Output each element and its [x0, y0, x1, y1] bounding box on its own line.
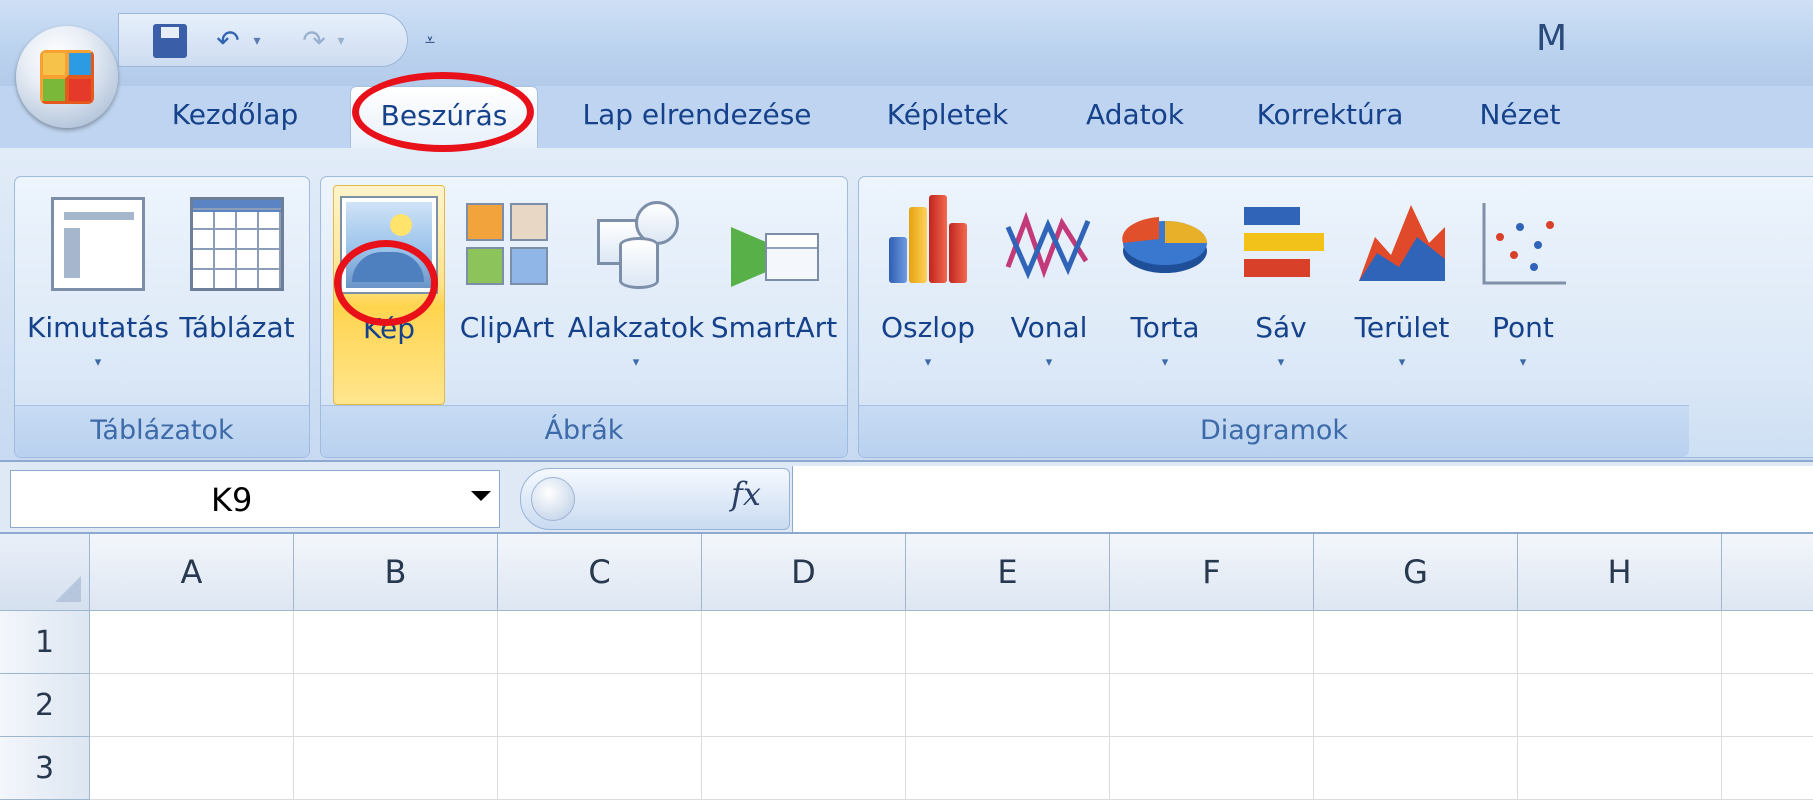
column-header-f[interactable]: F [1110, 534, 1314, 611]
formula-bar: K9 fx [0, 460, 1813, 534]
redo-dropdown-icon[interactable]: ▾ [331, 24, 351, 58]
redo-icon[interactable]: ↷ [297, 24, 331, 58]
kep-button[interactable]: Kép [333, 185, 445, 405]
sav-label: Sáv [1255, 311, 1307, 344]
formula-input[interactable] [792, 466, 1813, 532]
pivot-table-icon [51, 197, 145, 291]
save-icon[interactable] [153, 24, 187, 58]
oszlop-dropdown-icon[interactable]: ▾ [867, 355, 989, 371]
ribbon-tabs: Kezdőlap Beszúrás Lap elrendezése Képlet… [0, 86, 1813, 152]
group-label-diagramok: Diagramok [859, 405, 1689, 457]
line-chart-icon [1002, 197, 1096, 291]
office-button[interactable] [16, 26, 118, 128]
smartart-icon [727, 197, 821, 291]
excel-window: ↶ ▾ ↷ ▾ ⩡ M Kezdőlap Beszúrás Lap elrend… [0, 0, 1813, 802]
kep-label: Kép [363, 312, 415, 345]
row-header-1[interactable]: 1 [0, 611, 90, 674]
ribbon: Kimutatás ▾ Táblázat Táblázatok Kép Clip… [0, 148, 1813, 460]
area-chart-icon [1355, 197, 1449, 291]
group-diagramok: Oszlop ▾ Vonal ▾ Torta ▾ Sáv ▾ Terület ▾… [858, 176, 1813, 458]
formula-expand-icon[interactable] [531, 477, 575, 521]
vonal-dropdown-icon[interactable]: ▾ [993, 355, 1105, 371]
kimutatas-label: Kimutatás [26, 311, 170, 344]
scatter-chart-icon [1476, 197, 1570, 291]
column-header-h[interactable]: H [1518, 534, 1722, 611]
torta-dropdown-icon[interactable]: ▾ [1109, 355, 1221, 371]
tab-kezdolap[interactable]: Kezdőlap [160, 86, 310, 150]
kimutatas-button[interactable]: Kimutatás ▾ [25, 185, 171, 405]
insert-function-button[interactable]: fx [731, 475, 761, 513]
column-header-e[interactable]: E [906, 534, 1110, 611]
tab-adatok[interactable]: Adatok [1070, 86, 1200, 150]
clipart-label: ClipArt [459, 311, 555, 344]
sav-dropdown-icon[interactable]: ▾ [1225, 355, 1337, 371]
name-box[interactable]: K9 [10, 470, 500, 528]
row-header-2[interactable]: 2 [0, 674, 90, 737]
pont-button[interactable]: Pont ▾ [1467, 185, 1579, 405]
column-chart-icon [881, 195, 975, 291]
pont-dropdown-icon[interactable]: ▾ [1467, 355, 1579, 371]
title-bar: ↶ ▾ ↷ ▾ ⩡ M [0, 0, 1813, 86]
sav-button[interactable]: Sáv ▾ [1225, 185, 1337, 405]
picture-icon [342, 198, 436, 292]
column-header-d[interactable]: D [702, 534, 906, 611]
group-abrak: Kép ClipArt Alakzatok ▾ SmartArt Ábrák [320, 176, 848, 458]
terulet-dropdown-icon[interactable]: ▾ [1341, 355, 1463, 371]
alakzatok-button[interactable]: Alakzatok ▾ [567, 185, 705, 405]
column-header-a[interactable]: A [90, 534, 294, 611]
tab-lap-elrendezese[interactable]: Lap elrendezése [572, 86, 822, 150]
office-logo-icon [40, 50, 94, 104]
pie-chart-icon [1118, 197, 1212, 291]
column-header-g[interactable]: G [1314, 534, 1518, 611]
group-label-tablazatok: Táblázatok [15, 405, 309, 457]
formula-buttons: fx [520, 468, 790, 530]
clipart-button[interactable]: ClipArt [451, 185, 563, 405]
pont-label: Pont [1492, 311, 1554, 344]
customize-qat-icon[interactable]: ⩡ [418, 26, 442, 56]
column-header-c[interactable]: C [498, 534, 702, 611]
tab-kepletek[interactable]: Képletek [870, 86, 1025, 150]
cell-row[interactable] [90, 674, 1813, 737]
spreadsheet-grid: A B C D E F G H 1 2 3 [0, 534, 1813, 802]
tab-korrektura[interactable]: Korrektúra [1240, 86, 1420, 150]
table-icon [190, 197, 284, 291]
name-box-dropdown-icon[interactable] [471, 491, 491, 501]
quick-access-toolbar: ↶ ▾ ↷ ▾ [118, 13, 408, 67]
name-box-value: K9 [211, 481, 253, 519]
oszlop-button[interactable]: Oszlop ▾ [867, 185, 989, 405]
vonal-button[interactable]: Vonal ▾ [993, 185, 1105, 405]
undo-icon[interactable]: ↶ [211, 24, 245, 58]
select-all-button[interactable] [0, 534, 90, 611]
bar-chart-icon [1234, 197, 1328, 291]
clipart-icon [460, 197, 554, 291]
smartart-label: SmartArt [710, 311, 838, 344]
column-header-next[interactable] [1722, 534, 1813, 611]
alakzatok-dropdown-icon[interactable]: ▾ [567, 355, 705, 371]
alakzatok-label: Alakzatok [567, 311, 705, 344]
undo-dropdown-icon[interactable]: ▾ [247, 24, 267, 58]
window-title: M [1536, 18, 1568, 59]
vonal-label: Vonal [1010, 311, 1088, 344]
terulet-button[interactable]: Terület ▾ [1341, 185, 1463, 405]
row-header-3[interactable]: 3 [0, 737, 90, 800]
smartart-button[interactable]: SmartArt [709, 185, 839, 405]
cell-row[interactable] [90, 611, 1813, 674]
column-header-b[interactable]: B [294, 534, 498, 611]
terulet-label: Terület [1354, 311, 1450, 344]
tab-nezet[interactable]: Nézet [1455, 86, 1585, 150]
oszlop-label: Oszlop [880, 311, 975, 344]
shapes-icon [589, 197, 683, 291]
group-tablazatok: Kimutatás ▾ Táblázat Táblázatok [14, 176, 310, 458]
torta-button[interactable]: Torta ▾ [1109, 185, 1221, 405]
tablazat-label: Táblázat [179, 311, 295, 344]
tablazat-button[interactable]: Táblázat [173, 185, 301, 405]
tab-beszuras[interactable]: Beszúrás [350, 86, 538, 152]
group-label-abrak: Ábrák [321, 405, 847, 457]
kimutatas-dropdown-icon[interactable]: ▾ [25, 355, 171, 371]
cell-row[interactable] [90, 737, 1813, 800]
torta-label: Torta [1130, 311, 1200, 344]
